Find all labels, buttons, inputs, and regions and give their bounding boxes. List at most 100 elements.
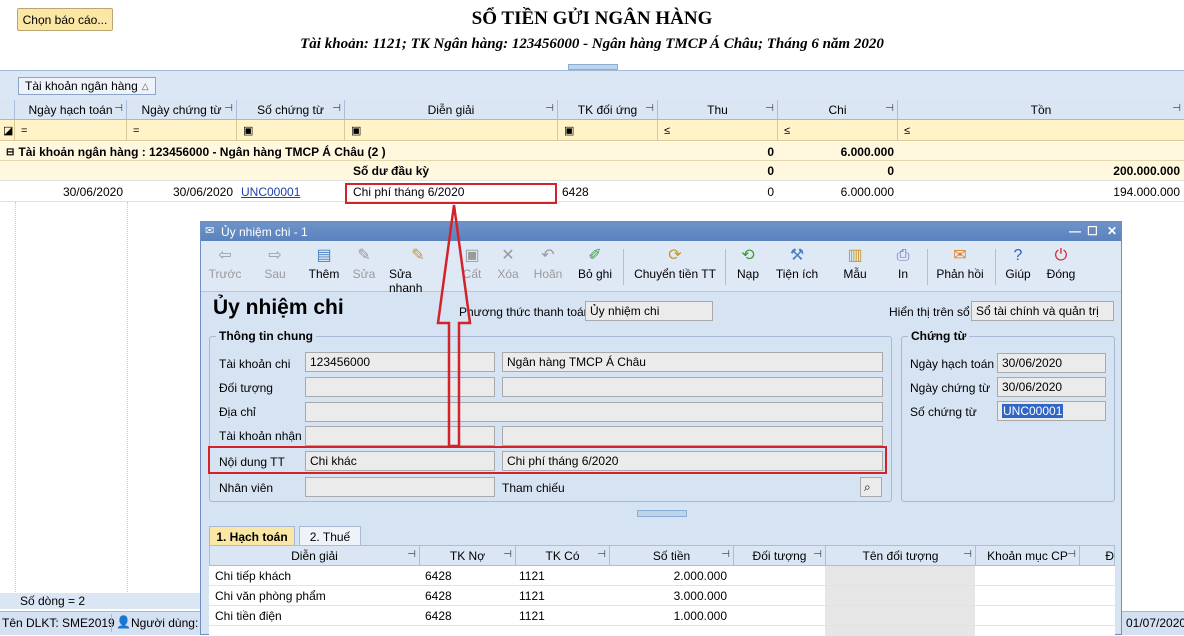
edit-button[interactable]: ✎ Sửa xyxy=(349,245,379,290)
print-button[interactable]: ⎙ In xyxy=(891,245,915,290)
pin-icon[interactable]: ⊣ xyxy=(813,549,822,560)
col-ngay-chung-tu[interactable]: Ngày chứng từ ⊣ xyxy=(127,100,237,120)
dcol-tk-co[interactable]: TK Có ⊣ xyxy=(516,546,610,566)
table-row[interactable]: Chi văn phòng phẩm 6428 1121 3.000.000 xyxy=(209,586,1115,606)
opening-chi: 0 xyxy=(887,164,894,178)
mail-icon: ✉ xyxy=(953,247,967,264)
feedback-button[interactable]: ✉ Phản hồi xyxy=(935,245,985,290)
tk-chi-label: Tài khoản chi xyxy=(219,357,291,371)
pin-icon[interactable]: ⊣ xyxy=(1067,549,1076,560)
reload-button[interactable]: ⟲ Nạp xyxy=(733,245,763,290)
pin-icon[interactable]: ⊣ xyxy=(224,103,233,114)
table-row[interactable]: Chi tiếp khách 6428 1121 2.000.000 xyxy=(209,566,1115,586)
doi-tuong-name-input[interactable] xyxy=(502,377,883,397)
dcol-extra[interactable]: Đ xyxy=(1080,546,1116,566)
bank-name-input[interactable]: Ngân hàng TMCP Á Châu xyxy=(502,352,883,372)
template-button[interactable]: ▥ Mẫu xyxy=(835,245,875,290)
voucher-link[interactable]: UNC00001 xyxy=(237,182,345,202)
dcol-tk-no[interactable]: TK Nợ ⊣ xyxy=(420,546,516,566)
col-tk-doi-ung[interactable]: TK đối ứng ⊣ xyxy=(558,100,658,120)
group-row[interactable]: ⊟ Tài khoản ngân hàng : 123456000 - Ngân … xyxy=(0,142,1184,161)
dcol-ten-doi-tuong[interactable]: Tên đối tượng ⊣ xyxy=(826,546,976,566)
so-chung-tu-input[interactable]: UNC00001 xyxy=(997,401,1106,421)
pin-icon[interactable]: ⊣ xyxy=(765,103,774,114)
dcol-khoan-muc[interactable]: Khoản mục CP ⊣ xyxy=(976,546,1080,566)
pin-icon[interactable]: ⊣ xyxy=(1172,103,1181,114)
pin-icon[interactable]: ⊣ xyxy=(114,103,123,114)
show-book-select[interactable]: Sổ tài chính và quản trị xyxy=(971,301,1114,321)
col-thu[interactable]: Thu ⊣ xyxy=(658,100,778,120)
pin-icon[interactable]: ⊣ xyxy=(332,103,341,114)
col-label: TK Có xyxy=(545,549,580,563)
dia-chi-input[interactable] xyxy=(305,402,883,422)
dcell-so-tien: 1.000.000 xyxy=(673,609,727,623)
maximize-icon[interactable]: ☐ xyxy=(1087,224,1098,238)
filter-ngay-chung-tu[interactable]: = xyxy=(127,120,237,141)
filter-chi[interactable]: ≤ xyxy=(778,120,898,141)
pin-icon[interactable]: ⊣ xyxy=(545,103,554,114)
col-chi[interactable]: Chi ⊣ xyxy=(778,100,898,120)
pin-icon[interactable]: ⊣ xyxy=(407,549,416,560)
detail-grid-header: Diễn giải ⊣ TK Nợ ⊣ TK Có ⊣ Số tiền ⊣ Đối tư… xyxy=(209,545,1115,566)
col-dien-giai[interactable]: Diễn giải ⊣ xyxy=(345,100,558,120)
table-row[interactable]: 30/06/2020 30/06/2020 UNC00001 Chi phí t… xyxy=(0,182,1184,202)
doi-tuong-label: Đối tượng xyxy=(219,381,273,395)
ngay-hach-toan-input[interactable]: 30/06/2020 xyxy=(997,353,1106,373)
collapse-form-handle[interactable] xyxy=(637,510,687,517)
toolbar-separator xyxy=(623,249,624,285)
ngay-chung-tu-input[interactable]: 30/06/2020 xyxy=(997,377,1106,397)
dialog-titlebar[interactable]: ✉ Ủy nhiệm chi - 1 — ☐ ✕ xyxy=(201,222,1121,241)
prev-button[interactable]: ⇦ Trước xyxy=(207,245,243,290)
pin-icon[interactable]: ⊣ xyxy=(597,549,606,560)
minimize-icon[interactable]: — xyxy=(1069,224,1081,238)
dcol-doi-tuong[interactable]: Đối tượng ⊣ xyxy=(734,546,826,566)
tab-thue[interactable]: 2. Thuế xyxy=(299,526,361,546)
pin-icon[interactable]: ⊣ xyxy=(721,549,730,560)
tk-nhan-bank-input[interactable] xyxy=(502,426,883,446)
utilities-button[interactable]: ⚒ Tiện ích xyxy=(773,245,821,290)
add-button[interactable]: ▤ Thêm xyxy=(307,245,341,290)
unpost-button[interactable]: ✐ Bỏ ghi xyxy=(575,245,615,290)
next-button[interactable]: ⇨ Sau xyxy=(257,245,293,290)
pin-icon[interactable]: ⊣ xyxy=(885,103,894,114)
toolbar-label: Hoãn xyxy=(533,267,563,281)
filter-ngay-hach-toan[interactable]: = xyxy=(15,120,127,141)
filter-ton[interactable]: ≤ xyxy=(898,120,1184,141)
nhan-vien-input[interactable] xyxy=(305,477,495,497)
col-label: Thu xyxy=(707,103,728,117)
postpone-button[interactable]: ↶ Hoãn xyxy=(531,245,565,290)
dcell-tk-no: 6428 xyxy=(425,569,452,583)
col-ton[interactable]: Tồn ⊣ xyxy=(898,100,1184,120)
reference-search-icon[interactable]: ⌕ xyxy=(860,477,882,497)
status-date: 01/07/2020 xyxy=(1126,616,1184,630)
pin-icon[interactable]: ⊣ xyxy=(645,103,654,114)
dcol-dien-giai[interactable]: Diễn giải ⊣ xyxy=(210,546,420,566)
filter-edit-icon[interactable]: ◪ xyxy=(0,120,15,141)
dcell-tk-no: 6428 xyxy=(425,609,452,623)
delete-button[interactable]: ✕ Xóa xyxy=(495,245,521,290)
filter-dien-giai[interactable]: ▣ xyxy=(345,120,558,141)
help-button[interactable]: ? Giúp xyxy=(1003,245,1033,290)
payment-method-select[interactable]: Ủy nhiệm chi xyxy=(585,301,713,321)
filter-so-chung-tu[interactable]: ▣ xyxy=(237,120,345,141)
col-ngay-hach-toan[interactable]: Ngày hạch toán ⊣ xyxy=(15,100,127,120)
unpost-icon: ✐ xyxy=(588,247,602,264)
pin-icon[interactable]: ⊣ xyxy=(963,549,972,560)
filter-thu[interactable]: ≤ xyxy=(658,120,778,141)
row-count: Số dòng = 2 xyxy=(0,593,200,609)
tab-hach-toan[interactable]: 1. Hạch toán xyxy=(209,526,295,546)
pin-icon[interactable]: ⊣ xyxy=(503,549,512,560)
toolbar-label: Phản hồi xyxy=(936,267,984,281)
opening-balance-row[interactable]: Số dư đầu kỳ 0 0 200.000.000 xyxy=(0,161,1184,181)
dcol-so-tien[interactable]: Số tiền ⊣ xyxy=(610,546,734,566)
transfer-button[interactable]: ⟳ Chuyển tiền TT xyxy=(633,245,717,290)
toolbar-label: Giúp xyxy=(1005,267,1031,281)
col-so-chung-tu[interactable]: Số chứng từ ⊣ xyxy=(237,100,345,120)
filter-tk-doi-ung[interactable]: ▣ xyxy=(558,120,658,141)
collapse-icon[interactable]: ⊟ xyxy=(6,147,14,158)
close-icon[interactable]: ✕ xyxy=(1107,224,1117,238)
group-chip-bank-account[interactable]: Tài khoản ngân hàng △ xyxy=(18,77,156,95)
table-row[interactable]: Chi tiền điện 6428 1121 1.000.000 xyxy=(209,606,1115,626)
filter-operator: ≤ xyxy=(904,124,911,137)
close-button[interactable]: ⏻ Đóng xyxy=(1045,245,1077,290)
